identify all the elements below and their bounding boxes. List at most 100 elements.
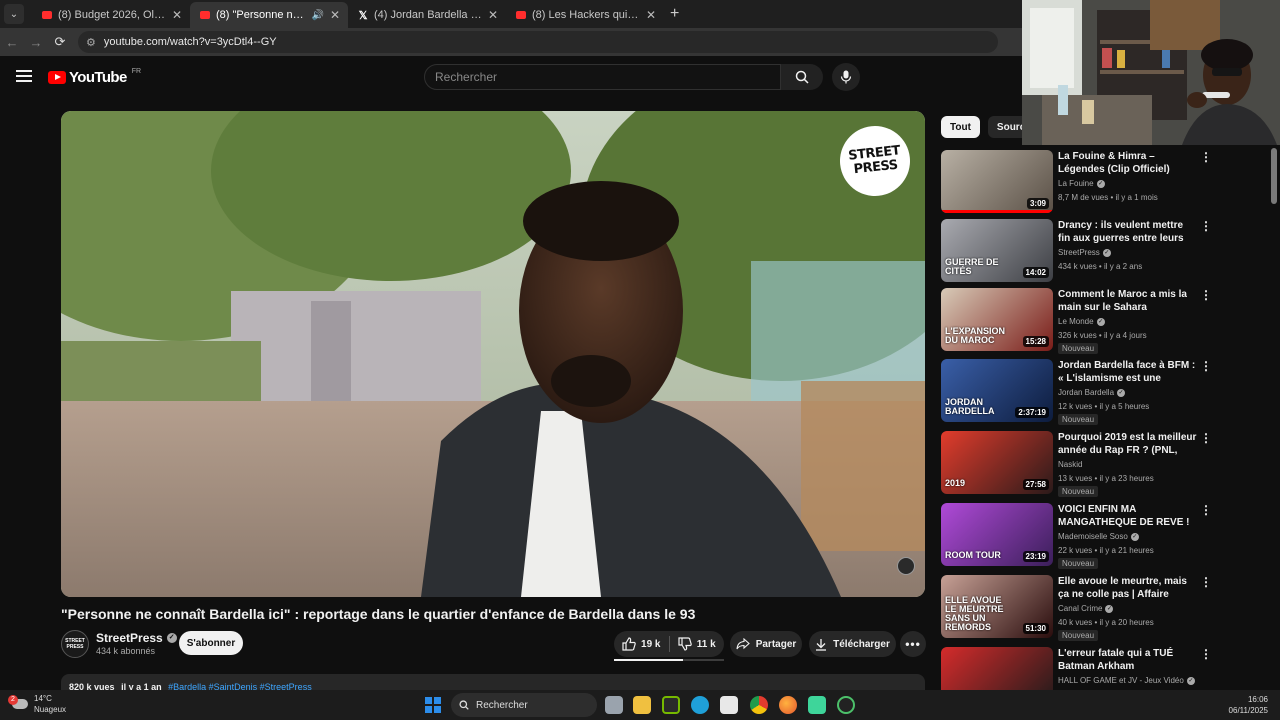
video-duration: 27:58 [1022,479,1049,490]
notification-badge: 2 [8,695,18,705]
dislike-button[interactable]: 11 k [670,631,725,657]
more-vertical-icon[interactable]: ⋮ [1200,503,1212,517]
search-button[interactable] [781,64,823,90]
store-icon[interactable] [720,696,738,714]
video-title[interactable]: Drancy : ils veulent mettre fin aux guer… [1058,219,1198,245]
browser-tab[interactable]: (8) Les Hackers qui en Savaient ✕ [506,2,664,28]
nvidia-icon[interactable] [662,696,680,714]
webcam-frame [1022,0,1280,145]
close-tab-icon[interactable]: ✕ [646,8,656,22]
video-title[interactable]: Comment le Maroc a mis la main sur le Sa… [1058,288,1198,314]
sidebar-scrollbar[interactable] [1271,148,1277,204]
clock-date: 06/11/2025 [1228,706,1268,715]
browser-tab[interactable]: (8) Budget 2026, Oléron, immig ✕ [32,2,190,28]
channel-name[interactable]: Canal Crime ✓ [1058,604,1114,613]
channel-name[interactable]: Le Monde ✓ [1058,317,1105,326]
recommended-video[interactable]: ELLE AVOUE LE MEURTRE SANS UN REMORDS 51:… [941,575,1221,641]
discord-icon[interactable] [808,696,826,714]
channel-name[interactable]: StreetPress ✓ [1058,248,1111,257]
recommended-video[interactable]: JORDAN BARDELLA 2:37:19 Jordan Bardella fa… [941,359,1221,425]
channel-name[interactable]: Jordan Bardella ✓ [1058,388,1126,397]
video-title[interactable]: Elle avoue le meurtre, mais ça ne colle … [1058,575,1198,601]
video-thumbnail[interactable]: 2019 27:58 [941,431,1053,494]
close-tab-icon[interactable]: ✕ [488,8,498,22]
video-meta: 326 k vues • il y a 4 jours [1058,331,1147,340]
video-thumbnail[interactable]: 3:09 [941,150,1053,213]
more-vertical-icon[interactable]: ⋮ [1200,150,1212,164]
search-icon [795,70,809,84]
more-vertical-icon[interactable]: ⋮ [1200,219,1212,233]
more-vertical-icon[interactable]: ⋮ [1200,288,1212,302]
app-icon[interactable] [837,696,855,714]
close-tab-icon[interactable]: ✕ [172,8,182,22]
thumbnail-caption: L'EXPANSION DU MAROC [945,326,1005,345]
share-button[interactable]: Partager [730,631,802,657]
browser-tab[interactable]: (8) "Personne ne connaît Ba 🔊 ✕ [190,2,348,28]
recommended-video[interactable]: ROOM TOUR 23:19 VOICI ENFIN MA MANGATHEQUE… [941,503,1221,569]
video-meta: 22 k vues • il y a 21 heures [1058,546,1154,555]
task-view-icon[interactable] [605,696,623,714]
recommended-video[interactable]: 3:09 La Fouine & Himra – Légendes (Clip O… [941,150,1221,216]
video-views: 12 k vues [1058,402,1093,411]
video-player[interactable]: STREET PRESS [61,111,925,597]
weather-widget[interactable]: 2 14°C Nuageux [8,693,66,715]
clock[interactable]: 16:06 06/11/2025 [1229,694,1268,716]
channel-avatar[interactable]: STREET PRESS [61,630,89,658]
tab-search-button[interactable]: ⌄ [4,4,24,24]
channel-name-text: StreetPress [96,631,163,645]
video-thumbnail[interactable]: L'EXPANSION DU MAROC 15:28 [941,288,1053,351]
recommended-video[interactable]: L'EXPANSION DU MAROC 15:28 Comment le Maro… [941,288,1221,354]
filter-chip[interactable]: Tout [941,116,980,138]
browser-tab[interactable]: 𝕏 (4) Jordan Bardella sur X : "Ce l ✕ [348,2,506,28]
channel-name-text: Naskid [1058,460,1083,469]
chrome-icon[interactable] [750,696,768,714]
recommended-video[interactable]: 2019 27:58 Pourquoi 2019 est la meilleur a… [941,431,1221,497]
firefox-icon[interactable] [779,696,797,714]
back-button[interactable]: ← [0,35,24,50]
subscribe-button[interactable]: S'abonner [179,631,243,655]
menu-icon[interactable] [16,70,32,82]
taskbar-search[interactable]: Rechercher [451,693,597,717]
site-info-icon[interactable]: ⚙ [86,36,96,49]
edge-icon[interactable] [691,696,709,714]
video-thumbnail[interactable]: ELLE AVOUE LE MEURTRE SANS UN REMORDS 51:… [941,575,1053,638]
clock-time: 16:06 [1247,695,1268,704]
video-age: il y a 2 ans [1103,262,1143,271]
search-input[interactable]: Rechercher [424,64,781,90]
channel-name[interactable]: HALL OF GAME et JV - Jeux Vidéo ✓ [1058,676,1195,685]
more-vertical-icon[interactable]: ⋮ [1200,359,1212,373]
channel-name[interactable]: La Fouine ✓ [1058,179,1105,188]
address-bar[interactable]: ⚙ youtube.com/watch?v=3ycDtl4--GY [78,31,998,53]
channel-name[interactable]: Mademoiselle Soso ✓ [1058,532,1139,541]
video-title[interactable]: L'erreur fatale qui a TUÉ Batman Arkham [1058,647,1198,673]
audio-playing-icon[interactable]: 🔊 [311,10,323,21]
close-tab-icon[interactable]: ✕ [330,8,340,22]
download-button[interactable]: Télécharger [809,631,896,657]
channel-name-text: StreetPress [1058,248,1100,257]
video-title[interactable]: Pourquoi 2019 est la meilleur année du R… [1058,431,1198,457]
forward-button[interactable]: → [24,35,48,50]
channel-watermark[interactable] [897,557,915,575]
video-thumbnail[interactable]: ROOM TOUR 23:19 [941,503,1053,566]
video-title[interactable]: Jordan Bardella face à BFM : « L'islamis… [1058,359,1198,385]
windows-start-icon[interactable] [425,697,441,713]
youtube-logo[interactable]: YouTube FR [48,68,141,86]
voice-search-button[interactable] [832,63,860,91]
more-actions-button[interactable]: ••• [900,631,926,657]
video-title[interactable]: VOICI ENFIN MA MANGATHEQUE DE REVE ! (et… [1058,503,1198,529]
file-explorer-icon[interactable] [633,696,651,714]
channel-name[interactable]: StreetPress ✓ [96,631,177,645]
video-title[interactable]: La Fouine & Himra – Légendes (Clip Offic… [1058,150,1198,176]
video-thumbnail[interactable]: JORDAN BARDELLA 2:37:19 [941,359,1053,422]
verified-icon: ✓ [166,633,177,643]
more-vertical-icon[interactable]: ⋮ [1200,431,1212,445]
reload-button[interactable]: ⟳ [48,34,72,50]
more-vertical-icon[interactable]: ⋮ [1200,647,1212,661]
recommended-video[interactable]: GUERRE DE CITÉS 14:02 Drancy : ils veulent… [941,219,1221,285]
more-horizontal-icon: ••• [905,637,921,651]
like-button[interactable]: 19 k [614,631,669,657]
new-tab-button[interactable]: + [670,5,679,23]
more-vertical-icon[interactable]: ⋮ [1200,575,1212,589]
channel-name[interactable]: Naskid [1058,460,1082,469]
video-thumbnail[interactable]: GUERRE DE CITÉS 14:02 [941,219,1053,282]
